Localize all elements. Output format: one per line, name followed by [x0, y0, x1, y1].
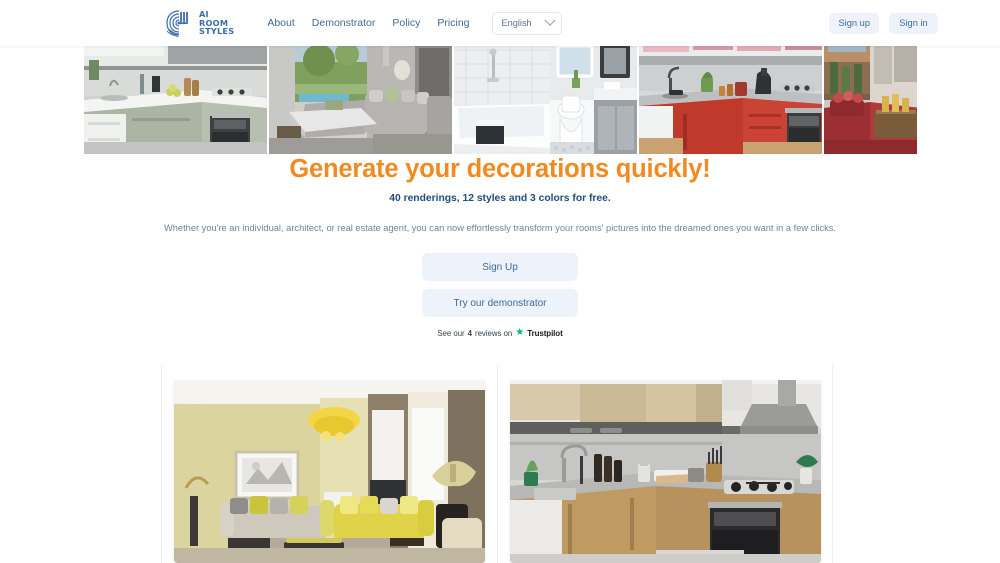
- hero-section: Generate your decorations quickly! 40 re…: [0, 154, 1000, 338]
- trustpilot-star-icon: ★: [515, 327, 525, 338]
- header-inner: AI ROOM STYLES About Demonstrator Policy…: [0, 0, 1000, 46]
- banner-image-red-kitchen: [639, 38, 822, 154]
- showcase-column-right: [497, 363, 832, 563]
- hero-description: Whether you're an individual, architect,…: [163, 223, 837, 233]
- showcase-card-yellow-living-room[interactable]: [174, 380, 485, 563]
- hero-cta-group: Sign Up Try our demonstrator: [0, 253, 1000, 317]
- hero-signup-button[interactable]: Sign Up: [422, 253, 578, 281]
- hero-subtitle: 40 renderings, 12 styles and 3 colors fo…: [389, 193, 611, 204]
- hero-demonstrator-button[interactable]: Try our demonstrator: [422, 289, 578, 317]
- banner-image-red-living-room: [824, 38, 917, 154]
- signin-button[interactable]: Sign in: [889, 12, 938, 34]
- hero-image-strip: [84, 38, 917, 154]
- logo-wordmark: AI ROOM STYLES: [199, 10, 234, 36]
- logo-line-3: STYLES: [199, 26, 235, 37]
- chevron-down-icon: [543, 14, 556, 26]
- trustpilot-brand-name: Trustpilot: [527, 328, 563, 338]
- nav-item-pricing[interactable]: Pricing: [437, 17, 469, 29]
- header-actions: Sign up Sign in: [829, 12, 938, 34]
- trustpilot-prefix: See our: [437, 328, 465, 338]
- nav-item-about[interactable]: About: [267, 17, 294, 29]
- showcase-section: [161, 363, 833, 563]
- nav-item-policy[interactable]: Policy: [392, 17, 420, 29]
- trustpilot-widget[interactable]: See our 4 reviews on ★ Trustpilot: [0, 328, 1000, 338]
- main-navigation: About Demonstrator Policy Pricing: [267, 17, 469, 29]
- signup-button[interactable]: Sign up: [829, 12, 879, 34]
- language-selected-value: English: [501, 18, 532, 28]
- showcase-card-wooden-kitchen[interactable]: [509, 380, 821, 563]
- banner-image-living-room: [269, 38, 452, 154]
- banner-image-bathroom: [454, 38, 637, 154]
- nav-item-demonstrator[interactable]: Demonstrator: [312, 17, 376, 29]
- banner-image-green-kitchen: [84, 38, 267, 154]
- trustpilot-review-count: 4: [467, 328, 472, 338]
- site-logo[interactable]: AI ROOM STYLES: [164, 6, 234, 40]
- showcase-column-left: [162, 363, 497, 563]
- page-title: Generate your decorations quickly!: [289, 155, 711, 183]
- trustpilot-middle-text: reviews on: [474, 328, 513, 338]
- language-selector[interactable]: English: [491, 11, 562, 35]
- airoomstyles-spiral-logo-icon: [166, 10, 188, 38]
- site-header: AI ROOM STYLES About Demonstrator Policy…: [0, 0, 1000, 46]
